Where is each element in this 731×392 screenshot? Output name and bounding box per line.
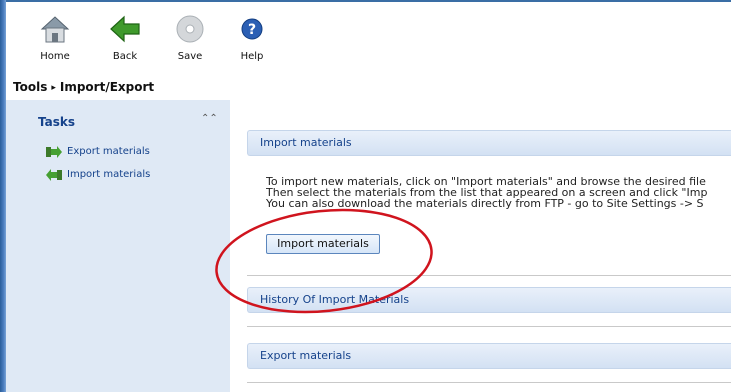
help-button[interactable]: ? Help [228, 12, 276, 62]
breadcrumb-current: Import/Export [59, 80, 155, 94]
back-button[interactable]: Back [101, 12, 149, 62]
tasks-heading: Tasks [38, 115, 76, 129]
task-export-label: Export materials [67, 146, 150, 157]
back-arrow-icon [110, 15, 140, 43]
main-toolbar: Home Back Save ? Help [6, 2, 731, 72]
export-section-header[interactable]: Export materials [247, 343, 731, 369]
tasks-sidebar [6, 100, 230, 392]
back-label: Back [112, 51, 138, 62]
task-import-label: Import materials [67, 169, 151, 180]
svg-text:?: ? [248, 22, 256, 38]
home-button[interactable]: Home [31, 12, 79, 62]
export-section-body [247, 369, 731, 383]
import-section-header[interactable]: Import materials [247, 130, 731, 156]
home-icon [40, 16, 70, 43]
collapse-chevron-icon[interactable]: ⌃⌃ [201, 113, 218, 124]
home-label: Home [40, 51, 70, 62]
save-disc-icon [176, 15, 204, 43]
breadcrumb-separator: ▸ [51, 83, 56, 93]
help-icon: ? [241, 18, 263, 40]
breadcrumb: Tools ▸ Import/Export [13, 80, 154, 94]
import-arrow-icon [46, 169, 62, 181]
breadcrumb-root[interactable]: Tools [13, 80, 47, 94]
help-label: Help [240, 51, 264, 62]
save-label: Save [177, 51, 203, 62]
annotation-oval [215, 208, 433, 314]
import-description: To import new materials, click on "Impor… [266, 176, 731, 209]
export-arrow-icon [46, 146, 62, 158]
save-button[interactable]: Save [166, 12, 214, 62]
